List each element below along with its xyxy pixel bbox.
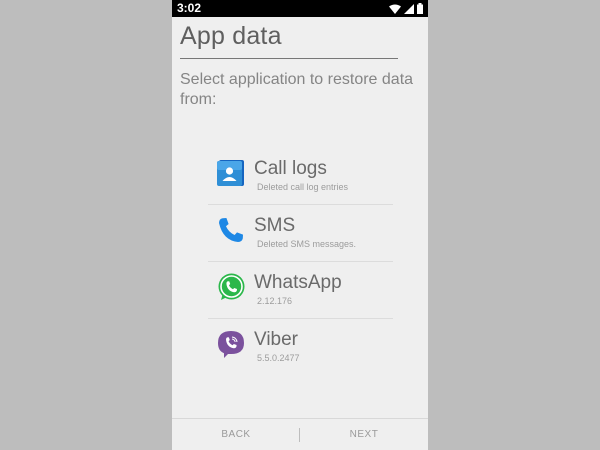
app-version: 2.12.176: [257, 296, 293, 306]
phone-icon: [216, 215, 246, 245]
app-name: WhatsApp: [254, 272, 342, 293]
next-button[interactable]: NEXT: [300, 419, 428, 450]
status-time: 3:02: [177, 1, 202, 15]
app-item-call-logs[interactable]: Call logs Deleted call log entries: [208, 148, 393, 204]
title-divider: [180, 58, 398, 59]
app-name: SMS: [254, 215, 296, 236]
back-button[interactable]: BACK: [172, 419, 300, 450]
app-description: Deleted call log entries: [257, 182, 349, 192]
app-description: Deleted SMS messages.: [257, 239, 357, 249]
whatsapp-icon: [216, 272, 246, 302]
wifi-icon: [389, 4, 401, 14]
app-version: 5.5.0.2477: [257, 353, 300, 363]
call-logs-icon: [216, 158, 246, 188]
page-subtitle: Select application to restore data from:: [180, 71, 414, 108]
app-item-sms[interactable]: SMS Deleted SMS messages.: [208, 204, 393, 261]
battery-icon: [417, 3, 423, 14]
app-name: Call logs: [254, 158, 327, 179]
status-bar: 3:02: [172, 0, 428, 17]
app-item-viber[interactable]: Viber 5.5.0.2477: [208, 318, 393, 375]
phone-screen: 3:02 App data Select application to rest…: [172, 0, 428, 450]
signal-icon: [404, 3, 414, 14]
app-item-whatsapp[interactable]: WhatsApp 2.12.176: [208, 261, 393, 318]
status-icons: [389, 3, 423, 14]
viber-icon: [216, 329, 246, 359]
bottom-navigation: BACK NEXT: [172, 418, 428, 450]
app-name: Viber: [254, 329, 299, 350]
app-list: Call logs Deleted call log entries SMS D…: [208, 148, 393, 375]
page-title: App data: [180, 22, 282, 50]
